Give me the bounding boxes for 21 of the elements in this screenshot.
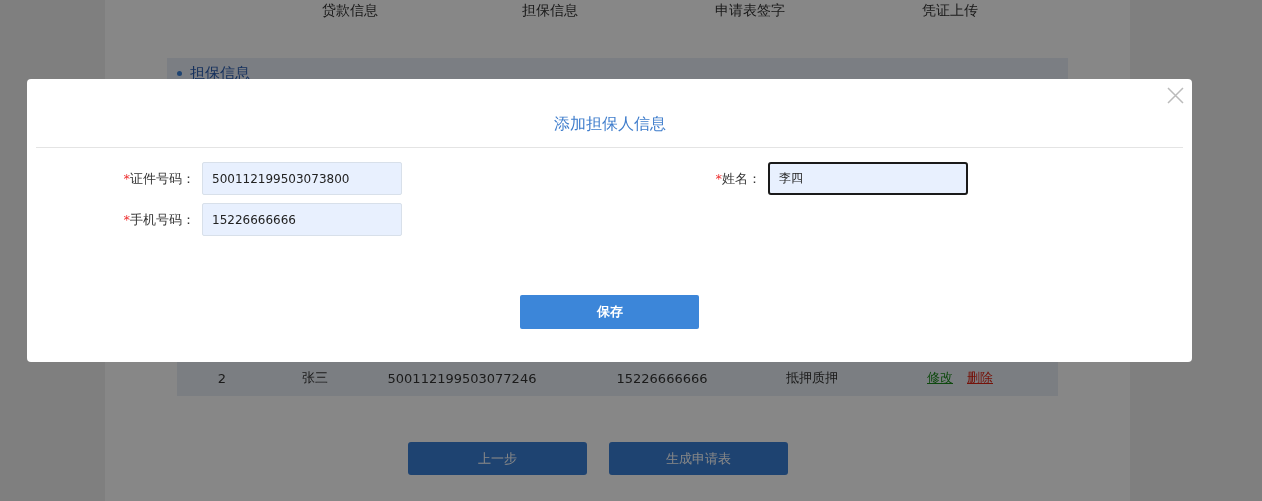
input-field[interactable]: 500112199503073800 [202, 162, 402, 195]
step-label[interactable]: 申请表签字 [715, 2, 785, 20]
table-cell-text: 15226666666 [615, 370, 709, 386]
step-label[interactable]: 担保信息 [522, 2, 578, 20]
table-cell-text: 2 [216, 370, 228, 386]
field-label: *证件号码： [123, 169, 195, 188]
table-cell-text: 抵押质押 [785, 369, 839, 387]
step-label[interactable]: 贷款信息 [322, 2, 378, 20]
generate-button[interactable]: 生成申请表 [608, 442, 788, 475]
table-cell-text: 500112199503077246 [386, 370, 538, 386]
dialog-title: 添加担保人信息 [36, 79, 1183, 148]
close-icon[interactable] [1167, 87, 1184, 104]
step-label[interactable]: 凭证上传 [922, 2, 978, 20]
input-field[interactable]: 15226666666 [202, 203, 402, 236]
input-field[interactable]: 李四 [768, 162, 968, 195]
field-label: *手机号码： [123, 210, 195, 229]
delete-link[interactable]: 删除 [967, 369, 993, 387]
table-cell-text: 张三 [300, 369, 329, 387]
save-button[interactable]: 保存 [520, 295, 699, 329]
edit-link[interactable]: 修改 [927, 369, 953, 387]
field-label: *姓名： [715, 169, 761, 188]
